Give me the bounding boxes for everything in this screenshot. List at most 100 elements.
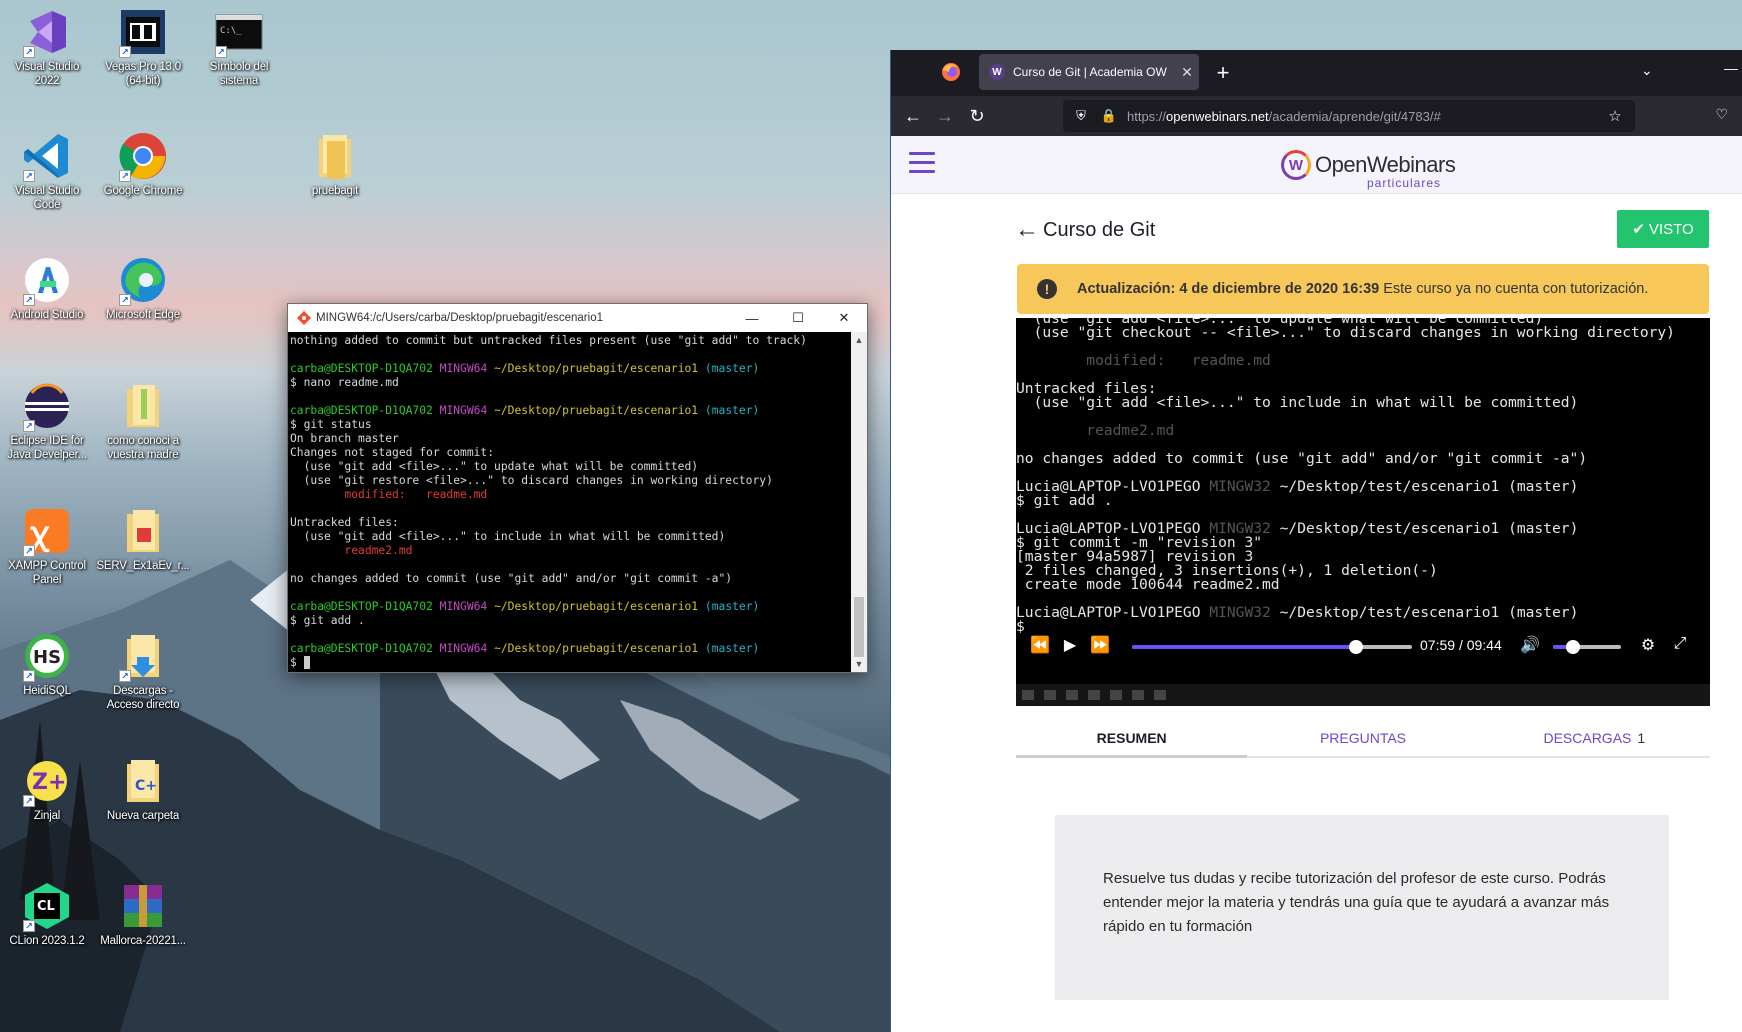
progress-knob[interactable] — [1349, 640, 1363, 654]
terminal-output[interactable]: nothing added to commit but untracked fi… — [288, 332, 851, 672]
desktop-icon-nueva-carpeta[interactable]: C+ Nueva carpeta — [97, 755, 189, 823]
terminal-input-line[interactable]: $ — [290, 656, 849, 670]
desktop-icon-heidisql[interactable]: HS ↗ HeidiSQL — [1, 630, 93, 698]
back-arrow-icon[interactable]: ← — [1015, 216, 1039, 244]
desktop-icon-serv-ex1aev[interactable]: SERV_Ex1aEv_r... — [96, 505, 190, 573]
terminal-line: Untracked files: — [290, 516, 399, 529]
terminal-line: no changes added to commit (use "git add… — [290, 572, 733, 585]
notice-text: Este curso ya no cuenta con tutorización… — [1383, 281, 1649, 297]
svg-text:C+: C+ — [135, 778, 157, 794]
desktop-icon-clion[interactable]: CL ↗ CLion 2023.1.2 — [1, 880, 93, 948]
reload-icon[interactable]: ↻ — [965, 104, 989, 128]
desktop-icon-label: CLion 2023.1.2 — [9, 935, 85, 947]
terminal-line: (use "git add <file>..." to update what … — [290, 460, 699, 473]
course-tabs: RESUMEN PREGUNTAS DESCARGAS 1 — [1016, 720, 1710, 758]
play-icon[interactable]: ▶ — [1056, 635, 1084, 655]
svg-text:Z+: Z+ — [32, 770, 66, 795]
terminal-line: nothing added to commit but untracked fi… — [290, 334, 807, 347]
desktop-icon-google-chrome[interactable]: ↗ Google Chrome — [97, 130, 189, 198]
desktop-icon-label: Eclipse IDE for Java Develper... — [7, 435, 87, 461]
video-progress-bar[interactable] — [1132, 640, 1412, 654]
tab-preguntas[interactable]: PREGUNTAS — [1247, 720, 1478, 756]
visto-button[interactable]: ✔ VISTO — [1617, 210, 1709, 248]
window-minimize-button[interactable]: — — [1724, 60, 1738, 76]
firefox-browser-window[interactable]: W Curso de Git | Academia OW ✕ + ⌄ — ← →… — [890, 50, 1742, 1032]
minimize-button[interactable]: — — [729, 304, 775, 332]
logo-mark-icon: W — [1281, 150, 1311, 180]
terminal-line: Changes not staged for commit: — [290, 446, 495, 459]
list-all-tabs-chevron-icon[interactable]: ⌄ — [1641, 62, 1653, 79]
desktop-icon-label: Zinjal — [33, 810, 61, 822]
logo-subtitle: particulares — [1367, 176, 1442, 190]
url-text[interactable]: https://openwebinars.net/academia/aprend… — [1127, 109, 1603, 124]
desktop-icon-xampp[interactable]: ꭓ ↗ XAMPP Control Panel — [1, 505, 93, 587]
info-icon: ! — [1037, 279, 1057, 299]
desktop-icon-microsoft-edge[interactable]: ↗ Microsoft Edge — [97, 254, 189, 322]
volume-slider[interactable] — [1553, 640, 1621, 654]
desktop-icon-pruebagit[interactable]: pruebagit — [289, 130, 381, 198]
scrollbar-thumb[interactable] — [854, 597, 864, 657]
video-player[interactable]: (use "git add <file>..." to update what … — [1016, 318, 1710, 706]
desktop-icon-label: Visual Studio Code — [14, 185, 80, 211]
winrar-archive-icon — [124, 885, 162, 927]
terminal-prompt: carba@DESKTOP-D1QA702 MINGW64 ~/Desktop/… — [290, 362, 760, 375]
desktop-icon-visual-studio-2022[interactable]: ↗ Visual Studio 2022 — [1, 6, 93, 88]
forward-arrow-icon[interactable]: → — [933, 104, 957, 128]
desktop-icon-label: pruebagit — [311, 185, 359, 197]
openwebinars-logo[interactable]: W OpenWebinars particulares — [1281, 150, 1456, 190]
fullscreen-icon[interactable]: ⤢ — [1666, 635, 1694, 653]
terminal-cursor — [303, 656, 311, 669]
hamburger-menu-icon[interactable] — [909, 152, 935, 176]
desktop-icon-label: Google Chrome — [103, 185, 183, 197]
shortcut-arrow-icon: ↗ — [23, 545, 35, 557]
scroll-up-icon[interactable]: ▲ — [851, 332, 867, 348]
new-tab-button[interactable]: + — [1211, 60, 1235, 86]
desktop-icon-como-conoci[interactable]: como conoci a vuestra madre — [97, 380, 189, 462]
back-arrow-icon[interactable]: ← — [901, 104, 925, 128]
desktop-icon-label: Microsoft Edge — [106, 309, 180, 321]
close-button[interactable]: ✕ — [821, 304, 867, 332]
desktop-icon-mallorca[interactable]: Mallorca-20221... — [97, 880, 189, 948]
maximize-button[interactable]: ☐ — [775, 304, 821, 332]
video-time: 07:59 / 09:44 — [1420, 637, 1502, 653]
shortcut-arrow-icon: ↗ — [23, 294, 35, 306]
mingw64-terminal-window[interactable]: MINGW64:/c/Users/carba/Desktop/pruebagit… — [287, 303, 868, 673]
desktop-icon-label: XAMPP Control Panel — [8, 560, 86, 586]
desktop-icon-simbolo-del-sistema[interactable]: C:\_ ↗ Símbolo del sistema — [193, 6, 285, 88]
bookmark-star-icon[interactable]: ☆ — [1603, 107, 1627, 125]
desktop-icon-vscode[interactable]: ↗ Visual Studio Code — [1, 130, 93, 212]
terminal-line: On branch master — [290, 432, 399, 445]
tab-resumen[interactable]: RESUMEN — [1016, 720, 1248, 758]
volume-knob[interactable] — [1566, 640, 1581, 654]
shortcut-arrow-icon: ↗ — [23, 170, 35, 182]
fast-forward-icon[interactable]: ⏩ — [1086, 635, 1114, 655]
volume-icon[interactable]: 🔊 — [1516, 635, 1544, 655]
desktop-icon-label: como conoci a vuestra madre — [107, 435, 179, 461]
desktop-icon-label: Descargas - Acceso directo — [106, 685, 180, 711]
pocket-icon[interactable]: ♡ — [1715, 106, 1728, 123]
desktop-icon-label: Vegas Pro 13.0 (64-bit) — [105, 61, 181, 87]
rewind-icon[interactable]: ⏪ — [1026, 635, 1054, 655]
course-title: Curso de Git — [1043, 218, 1156, 241]
tab-descargas[interactable]: DESCARGAS 1 — [1479, 720, 1710, 756]
logo-name: OpenWebinars — [1315, 152, 1456, 177]
firefox-icon[interactable] — [941, 62, 961, 82]
shortcut-arrow-icon: ↗ — [119, 294, 131, 306]
terminal-scrollbar[interactable]: ▲ ▼ — [851, 332, 867, 672]
desktop-icon-zinjal[interactable]: Z+ ↗ Zinjal — [1, 755, 93, 823]
settings-gear-icon[interactable]: ⚙ — [1634, 635, 1662, 655]
site-header: W OpenWebinars particulares — [891, 136, 1742, 194]
tracking-protection-shield-icon[interactable]: ⛨ — [1071, 108, 1091, 124]
video-taskbar-strip — [1016, 684, 1710, 706]
url-bar[interactable]: ⛨ 🔒 https://openwebinars.net/academia/ap… — [1063, 100, 1635, 132]
browser-tab-active[interactable]: W Curso de Git | Academia OW ✕ — [979, 54, 1199, 90]
scroll-down-icon[interactable]: ▼ — [851, 656, 867, 672]
desktop-icon-descargas[interactable]: ↗ Descargas - Acceso directo — [97, 630, 189, 712]
desktop-icon-eclipse[interactable]: ↗ Eclipse IDE for Java Develper... — [1, 380, 93, 462]
tab-close-icon[interactable]: ✕ — [1175, 64, 1199, 81]
git-bash-icon — [297, 311, 311, 325]
lock-icon[interactable]: 🔒 — [1099, 108, 1119, 124]
desktop-icon-android-studio[interactable]: ↗ Android Studio — [1, 254, 93, 322]
desktop-icon-vegas-pro[interactable]: ↗ Vegas Pro 13.0 (64-bit) — [97, 6, 189, 88]
terminal-titlebar[interactable]: MINGW64:/c/Users/carba/Desktop/pruebagit… — [288, 304, 867, 332]
